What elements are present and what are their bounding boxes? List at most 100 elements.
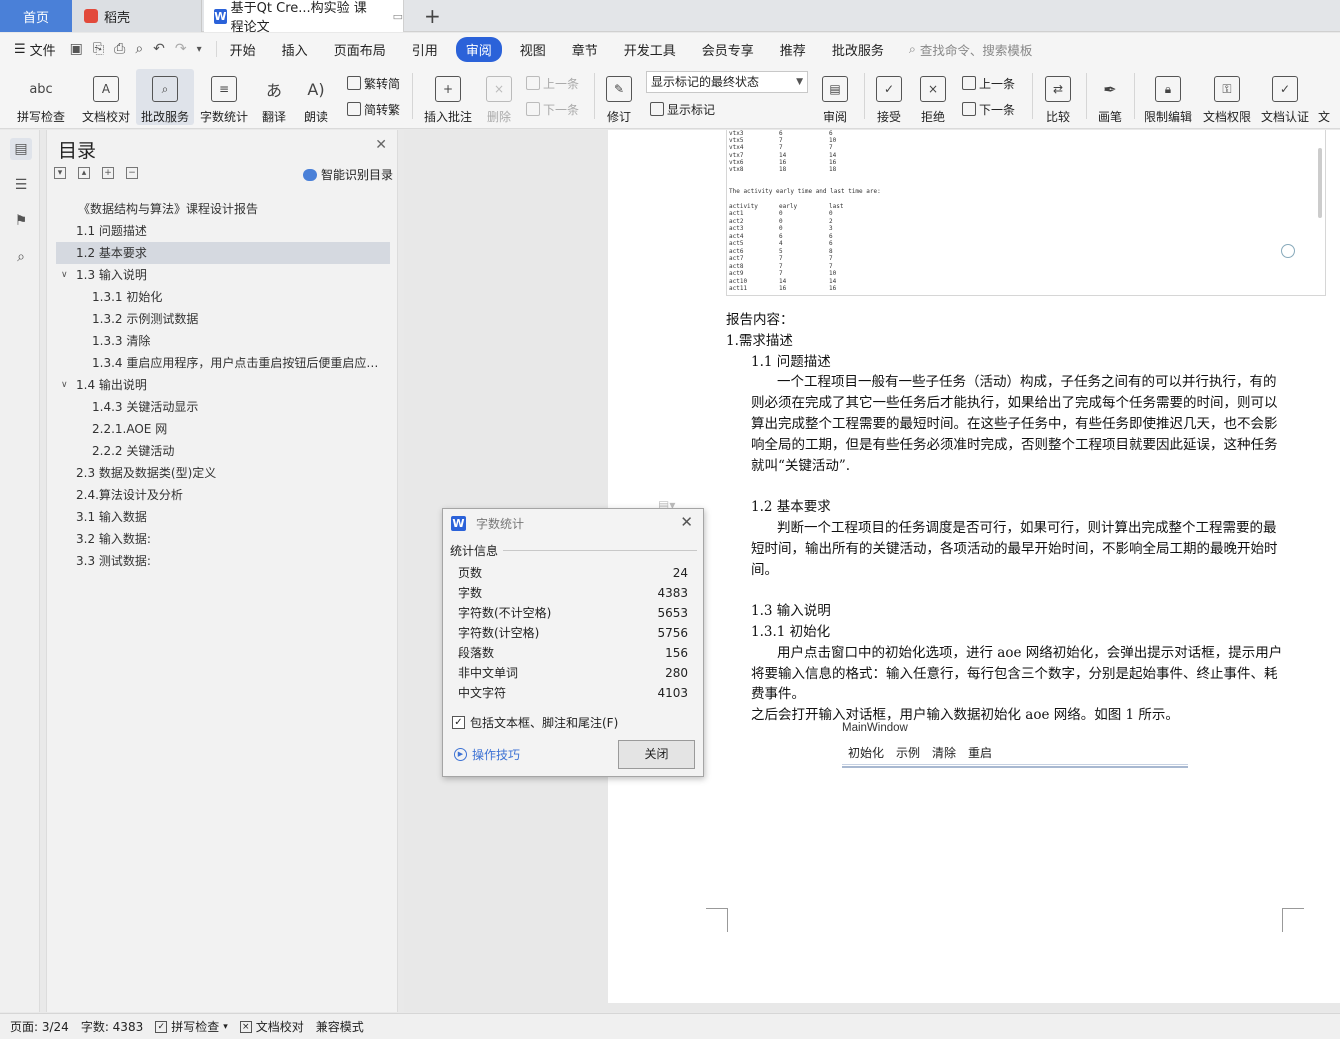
status-doc-proof[interactable]: × 文档校对 — [239, 1018, 304, 1035]
chevron-down-icon[interactable]: ∨ — [61, 374, 68, 396]
menu-chapter[interactable]: 章节 — [559, 40, 611, 59]
toc-item[interactable]: 1.2 基本要求 — [56, 242, 390, 264]
more-ribbon-button[interactable]: 文 — [1318, 69, 1340, 125]
toc-item[interactable]: 3.2 输入数据: — [56, 528, 390, 550]
customize-chevron-icon[interactable]: ▾ — [197, 44, 202, 55]
trad-to-simp-button[interactable]: 繁转简 — [347, 72, 400, 94]
chapter-nav-icon[interactable]: ☰ — [10, 174, 32, 196]
file-menu[interactable]: ☰ 文件 — [0, 40, 70, 59]
simp-to-trad-label: 简转繁 — [364, 102, 401, 117]
menu-review[interactable]: 审阅 — [455, 36, 502, 62]
doc-permission-button[interactable]: ⚿ 文档权限 — [1200, 69, 1254, 125]
toc-item[interactable]: 1.4.3 关键活动显示 — [56, 396, 390, 418]
remove-heading-icon[interactable]: − — [126, 167, 138, 179]
outline-icon[interactable]: ▤ — [10, 138, 32, 160]
command-search[interactable]: ⌕ 查找命令、搜索模板 — [909, 40, 1033, 59]
menu-member[interactable]: 会员专享 — [689, 40, 767, 59]
figure-circle-icon — [1281, 244, 1295, 258]
prev-comment-button[interactable]: 上一条 — [526, 72, 579, 94]
close-icon[interactable]: ✕ — [680, 513, 693, 531]
expand-up-icon[interactable]: ▴ — [78, 167, 90, 179]
include-textbox-checkbox[interactable]: ✓ 包括文本框、脚注和尾注(F) — [452, 714, 618, 731]
prev-comment-label: 上一条 — [543, 76, 580, 91]
menu-dev-tools[interactable]: 开发工具 — [611, 40, 689, 59]
toc-item[interactable]: 3.1 输入数据 — [56, 506, 390, 528]
export-pdf-icon[interactable]: ⎘ — [93, 41, 104, 57]
toc-item[interactable]: 1.1 问题描述 — [56, 220, 390, 242]
delete-comment-button[interactable]: × 删除 — [480, 69, 518, 125]
chevron-down-icon: ▾ — [223, 1021, 228, 1032]
chevron-down-icon[interactable]: ∨ — [61, 264, 68, 286]
word-count-indicator[interactable]: 字数: 4383 — [81, 1018, 143, 1035]
menu-insert[interactable]: 插入 — [269, 40, 321, 59]
translate-button[interactable]: あ 翻译 — [254, 69, 294, 125]
find-icon[interactable]: ⌕ — [10, 246, 32, 268]
toc-item[interactable]: 2.4.算法设计及分析 — [56, 484, 390, 506]
menu-reference[interactable]: 引用 — [399, 40, 451, 59]
pen-button[interactable]: ✒ 画笔 — [1092, 69, 1128, 125]
new-tab-icon[interactable]: + — [424, 4, 441, 28]
menu-page-layout[interactable]: 页面布局 — [321, 40, 399, 59]
menu-recommend[interactable]: 推荐 — [767, 40, 819, 59]
review-pane-button[interactable]: ▤ 审阅 — [816, 69, 854, 125]
stat-row: 非中文单词 280 — [458, 663, 688, 683]
revise-button[interactable]: ✎ 修订 — [600, 69, 638, 125]
prev-change-button[interactable]: 上一条 — [962, 72, 1015, 94]
read-aloud-button[interactable]: A) 朗读 — [298, 69, 334, 125]
bookmark-icon[interactable]: ⚑ — [10, 210, 32, 232]
close-button[interactable]: 关闭 — [618, 740, 695, 769]
smart-toc-button[interactable]: 智能识别目录 — [302, 166, 393, 183]
close-icon[interactable]: ✕ — [375, 137, 387, 153]
document-body[interactable]: 报告内容： 1.需求描述 1.1 问题描述 一个工程项目一般有一些子任务（活动）… — [726, 310, 1286, 726]
add-heading-icon[interactable]: + — [102, 167, 114, 179]
status-spell-check[interactable]: ✓ 拼写检查 ▾ — [155, 1018, 228, 1035]
tab-document[interactable]: W 基于Qt Cre...构实验 课程论文 ▭ — [204, 0, 404, 35]
restrict-edit-button[interactable]: 🔒︎ 限制编辑 — [1140, 69, 1196, 125]
doc-proof-button[interactable]: A 文档校对 — [78, 69, 134, 125]
reject-button[interactable]: × 拒绝 — [914, 69, 952, 125]
next-change-button[interactable]: 下一条 — [962, 98, 1015, 120]
activity-cell: 10 — [829, 270, 837, 277]
document-page[interactable]: vtx3 6 6 vtx5 7 10 vtx4 7 7 vtx7 14 14 vtx6 16 16 vtx8 1… — [608, 130, 1340, 1003]
toc-item[interactable]: 《数据结构与算法》课程设计报告 — [56, 198, 390, 220]
toc-item[interactable]: 3.3 测试数据: — [56, 550, 390, 572]
insert-comment-button[interactable]: + 插入批注 — [420, 69, 476, 125]
doc-certify-button[interactable]: ✓ 文档认证 — [1258, 69, 1312, 125]
simp-to-trad-button[interactable]: 简转繁 — [347, 98, 400, 120]
menu-review-service[interactable]: 批改服务 — [819, 40, 897, 59]
tab-home[interactable]: 首页 — [0, 0, 72, 32]
collapse-all-icon[interactable]: ▾ — [54, 167, 66, 179]
review-service-label: 批改服务 — [140, 110, 189, 124]
toc-item[interactable]: 2.3 数据及数据类(型)定义 — [56, 462, 390, 484]
toc-item-expandable[interactable]: ∨ 1.4 输出说明 — [56, 374, 390, 396]
show-markup-button[interactable]: 显示标记 — [650, 98, 715, 120]
accept-button[interactable]: ✓ 接受 — [870, 69, 908, 125]
spell-check-button[interactable]: abc 拼写检查 — [8, 69, 74, 125]
tab-window-icon[interactable]: ▭ — [393, 10, 403, 23]
toc-item[interactable]: 2.2.2 关键活动 — [56, 440, 390, 462]
markup-state-select[interactable]: 显示标记的最终状态 ▼ — [646, 71, 808, 93]
toc-item[interactable]: 1.3.3 清除 — [56, 330, 390, 352]
toc-item[interactable]: 2.2.1.AOE 网 — [56, 418, 390, 440]
page-indicator[interactable]: 页面: 3/24 — [10, 1018, 69, 1035]
toc-item[interactable]: 1.3.4 重启应用程序，用户点击重启按钮后便重启应用程序 — [56, 352, 390, 374]
redo-icon[interactable]: ↷ — [175, 41, 187, 57]
undo-icon[interactable]: ↶ — [153, 41, 165, 57]
tab-daoke[interactable]: 稻壳 — [72, 0, 202, 32]
menu-view[interactable]: 视图 — [507, 40, 559, 59]
activity-cell: act8 — [729, 262, 744, 270]
checkbox-checked-icon[interactable]: ✓ — [452, 716, 465, 729]
tips-link[interactable]: ▶ 操作技巧 — [454, 746, 520, 763]
next-comment-button[interactable]: 下一条 — [526, 98, 579, 120]
menu-start[interactable]: 开始 — [217, 40, 269, 59]
hamburger-icon: ☰ — [14, 41, 26, 57]
save-icon[interactable]: ▣ — [70, 41, 83, 57]
print-preview-icon[interactable]: ⌕ — [135, 41, 143, 57]
print-icon[interactable]: ⎙ — [114, 41, 125, 57]
review-service-button[interactable]: ⌕ 批改服务 — [136, 69, 194, 125]
toc-item[interactable]: 1.3.1 初始化 — [56, 286, 390, 308]
compare-button[interactable]: ⇄ 比较 — [1038, 69, 1078, 125]
toc-item[interactable]: 1.3.2 示例测试数据 — [56, 308, 390, 330]
word-count-button[interactable]: ≡ 字数统计 — [197, 69, 251, 125]
toc-item-expandable[interactable]: ∨ 1.3 输入说明 — [56, 264, 390, 286]
